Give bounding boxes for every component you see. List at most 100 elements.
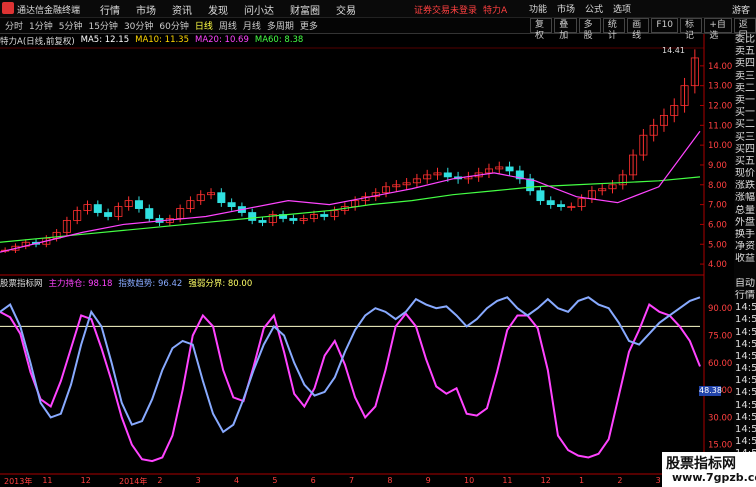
- tool-button-1[interactable]: 叠加: [554, 18, 577, 41]
- candle-body-35: [361, 196, 370, 202]
- x-label-3: 2014年: [119, 477, 148, 486]
- candle-body-18: [186, 200, 195, 209]
- candle-body-45: [464, 176, 473, 180]
- ind-label-2: 60.00: [708, 359, 732, 369]
- x-label-14: 12: [540, 476, 551, 485]
- quote-row-21: 行情: [735, 289, 755, 301]
- indicator-line-1: [0, 296, 701, 434]
- stock-chart[interactable]: 14.0013.0012.0011.0010.009.008.007.006.0…: [0, 0, 756, 487]
- indicator-legend: 股票指标网 主力持仓: 98.18 指数趋势: 96.42 强弱分界: 80.0…: [0, 277, 252, 289]
- price-label-9: 5.00: [708, 240, 727, 250]
- period-tab-7[interactable]: 周线: [216, 19, 240, 32]
- ma10-value: MA10: 11.35: [135, 35, 189, 45]
- ind-label-1: 75.00: [708, 332, 732, 342]
- price-label-7: 7.00: [708, 201, 727, 211]
- period-tab-0[interactable]: 分时: [2, 19, 26, 32]
- tool-button-5[interactable]: F10: [651, 18, 679, 33]
- candle-body-49: [505, 166, 514, 172]
- candle-body-6: [62, 220, 71, 233]
- period-tab-4[interactable]: 30分钟: [121, 19, 156, 32]
- period-tab-1[interactable]: 1分钟: [26, 19, 56, 32]
- period-tab-10[interactable]: 更多: [297, 19, 321, 32]
- title-bar: 通达信金融终端 行情 市场 资讯 发现 问小达 财富圈 交易 证券交易未登录 特力…: [0, 0, 756, 18]
- nav-assistant[interactable]: 问小达: [236, 2, 282, 17]
- quote-row-4: 卖二: [735, 82, 755, 94]
- ma5-value: MA5: 12.15: [80, 35, 130, 45]
- quote-row-28: 14:5: [735, 375, 756, 387]
- quote-row-7: 买二: [735, 119, 755, 131]
- tool-button-0[interactable]: 复权: [530, 18, 553, 41]
- stock-title: 特力A: [483, 6, 508, 16]
- x-label-10: 8: [387, 476, 393, 485]
- period-tab-3[interactable]: 15分钟: [85, 19, 120, 32]
- period-tabs: 分时 1分钟 5分钟 15分钟 30分钟 60分钟 日线 周线 月线 多周期 更多: [2, 19, 321, 32]
- quote-row-0: 委比: [735, 34, 755, 45]
- max-price-label: 14.41: [662, 46, 685, 55]
- tool-button-4[interactable]: 画线: [627, 18, 650, 41]
- candle-body-21: [217, 192, 226, 204]
- quote-row-9: 买四: [735, 143, 755, 155]
- menu-function[interactable]: 功能: [524, 2, 552, 15]
- period-tab-6[interactable]: 日线: [192, 19, 216, 32]
- tool-button-8[interactable]: 返回: [733, 18, 756, 41]
- ma20-value: MA20: 10.69: [195, 35, 249, 45]
- x-label-7: 5: [272, 476, 278, 485]
- candle-body-11: [114, 206, 123, 217]
- candle-body-22: [227, 202, 236, 207]
- quote-row-24: 14:5: [735, 326, 756, 338]
- candle-body-63: [649, 124, 658, 136]
- chart-tools: 复权叠加多股统计画线F10标记+自选返回: [528, 18, 756, 41]
- tool-button-2[interactable]: 多股: [578, 18, 601, 41]
- candle-body-1: [11, 245, 20, 251]
- quote-row-33: 14:5: [735, 436, 756, 448]
- quote-row-2: 卖四: [735, 58, 755, 70]
- menu-formula[interactable]: 公式: [580, 2, 608, 15]
- nav-market[interactable]: 行情: [92, 2, 128, 17]
- price-label-1: 13.00: [708, 82, 732, 92]
- quote-row-31: 14:5: [735, 411, 756, 423]
- period-tab-2[interactable]: 5分钟: [56, 19, 86, 32]
- price-label-5: 9.00: [708, 161, 727, 171]
- candle-body-26: [268, 214, 277, 223]
- watermark-url: www.7gpzb.com: [672, 471, 756, 484]
- candle-body-40: [412, 178, 421, 184]
- period-tab-5[interactable]: 60分钟: [156, 19, 191, 32]
- x-label-12: 10: [464, 476, 475, 485]
- candle-body-36: [371, 192, 380, 198]
- nav-wealth[interactable]: 财富圈: [282, 2, 328, 17]
- menu-market[interactable]: 市场: [552, 2, 580, 15]
- period-tab-9[interactable]: 多周期: [264, 19, 297, 32]
- period-tab-8[interactable]: 月线: [240, 19, 264, 32]
- ind-label-5: 15.00: [708, 441, 732, 451]
- x-label-4: 2: [157, 476, 163, 485]
- nav-discover[interactable]: 发现: [200, 2, 236, 17]
- tool-button-7[interactable]: +自选: [704, 18, 732, 41]
- menu-options[interactable]: 选项: [608, 2, 636, 15]
- nav-news[interactable]: 资讯: [164, 2, 200, 17]
- quote-row-30: 14:5: [735, 399, 756, 411]
- tool-button-6[interactable]: 标记: [680, 18, 703, 41]
- candle-body-37: [382, 186, 391, 194]
- nav-trade[interactable]: 交易: [328, 2, 364, 17]
- price-label-6: 8.00: [708, 181, 727, 191]
- candle-body-24: [248, 212, 257, 221]
- candle-body-65: [670, 105, 679, 116]
- top-right-menu: 功能 市场 公式 选项: [524, 2, 636, 15]
- tool-button-3[interactable]: 统计: [602, 18, 626, 41]
- guest-user[interactable]: 游客: [732, 3, 750, 16]
- candle-body-25: [258, 220, 267, 223]
- candle-body-61: [629, 154, 638, 176]
- login-status[interactable]: 证券交易未登录 特力A: [414, 3, 507, 16]
- current-indicator-value: 48.38: [699, 386, 722, 396]
- candle-body-8: [83, 204, 92, 211]
- candle-body-7: [73, 210, 82, 221]
- candle-body-38: [392, 184, 401, 188]
- nav-markets[interactable]: 市场: [128, 2, 164, 17]
- ma-legend: 特力A(日线,前复权) MA5: 12.15 MA10: 11.35 MA20:…: [0, 35, 303, 47]
- candle-body-28: [289, 218, 298, 221]
- quote-row-25: 14:5: [735, 338, 756, 350]
- quote-row-23: 14:5: [735, 314, 756, 326]
- quote-row-27: 14:5: [735, 363, 756, 375]
- quote-row-12: 涨跌: [735, 180, 755, 192]
- quote-row-16: 换手: [735, 229, 755, 240]
